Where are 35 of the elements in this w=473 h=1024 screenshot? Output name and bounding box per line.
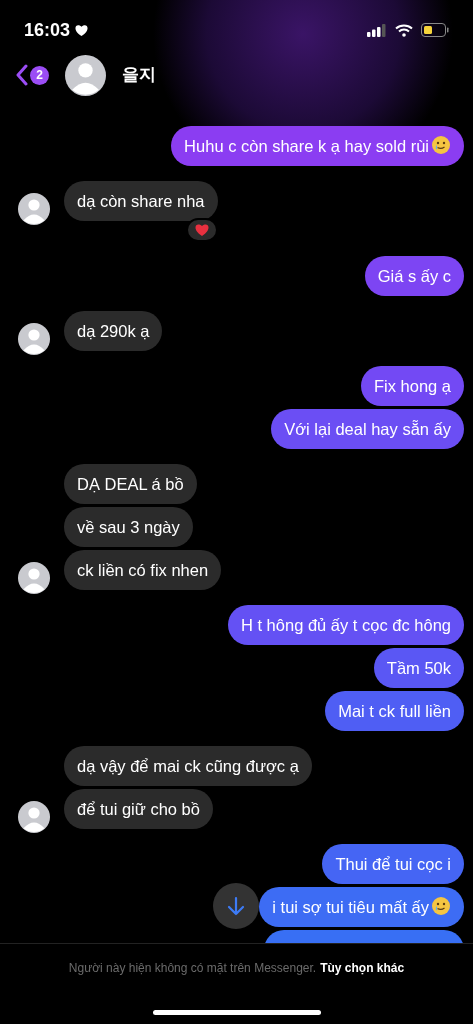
- message-bubble: Huhu c còn share k ạ hay sold rùi: [171, 126, 464, 166]
- message-bubble: ck liền có fix nhen: [64, 550, 222, 590]
- message-bubble: Giá s ấy c: [364, 256, 464, 296]
- sender-avatar: [18, 801, 50, 833]
- sender-avatar: [18, 323, 50, 355]
- message-bubble: Với lại deal hay sẵn ấy: [271, 409, 464, 449]
- message-bubble: H t hông đủ ấy t cọc đc hông: [227, 605, 464, 645]
- wifi-icon: [395, 23, 413, 37]
- scroll-down-button[interactable]: [213, 883, 259, 929]
- message-bubble: Mai t ck full liền: [325, 691, 464, 731]
- message-bubble: Fix hong ạ: [360, 366, 464, 406]
- message-bubble: DẠ DEAL á bồ: [64, 464, 197, 504]
- message-bubble: để tui giữ cho bồ: [64, 789, 213, 829]
- battery-icon: [421, 23, 449, 37]
- sender-avatar: [18, 562, 50, 594]
- message-bubble: Thui để tui cọc i: [322, 844, 464, 884]
- message-bubble: Tầm 50k: [373, 648, 464, 688]
- back-button[interactable]: 2: [16, 64, 49, 86]
- heart-icon: [74, 23, 90, 37]
- message-bubble: dạ vậy để mai ck cũng được ạ: [64, 746, 312, 786]
- status-time: 16:03: [24, 18, 71, 42]
- unavailable-notice: Người này hiện không có mặt trên Messenger.: [68, 960, 317, 977]
- back-chevron-icon: [16, 64, 28, 86]
- contact-name[interactable]: 을지: [122, 62, 156, 88]
- message-bubble: về sau 3 ngày: [64, 507, 193, 547]
- unread-count-badge: 2: [30, 65, 49, 85]
- more-options-link[interactable]: Tùy chọn khác: [320, 959, 405, 977]
- heart-reaction-icon[interactable]: [185, 218, 218, 242]
- message-bubble: dạ 290k ạ: [64, 311, 163, 351]
- down-arrow-icon: [227, 896, 245, 916]
- sender-avatar: [18, 193, 50, 225]
- contact-avatar: [65, 54, 106, 96]
- message-bubble: dạ còn share nha: [64, 181, 218, 221]
- signal-icon: [367, 23, 387, 37]
- message-bubble: i tui sợ tui tiêu mất ấy: [259, 887, 464, 927]
